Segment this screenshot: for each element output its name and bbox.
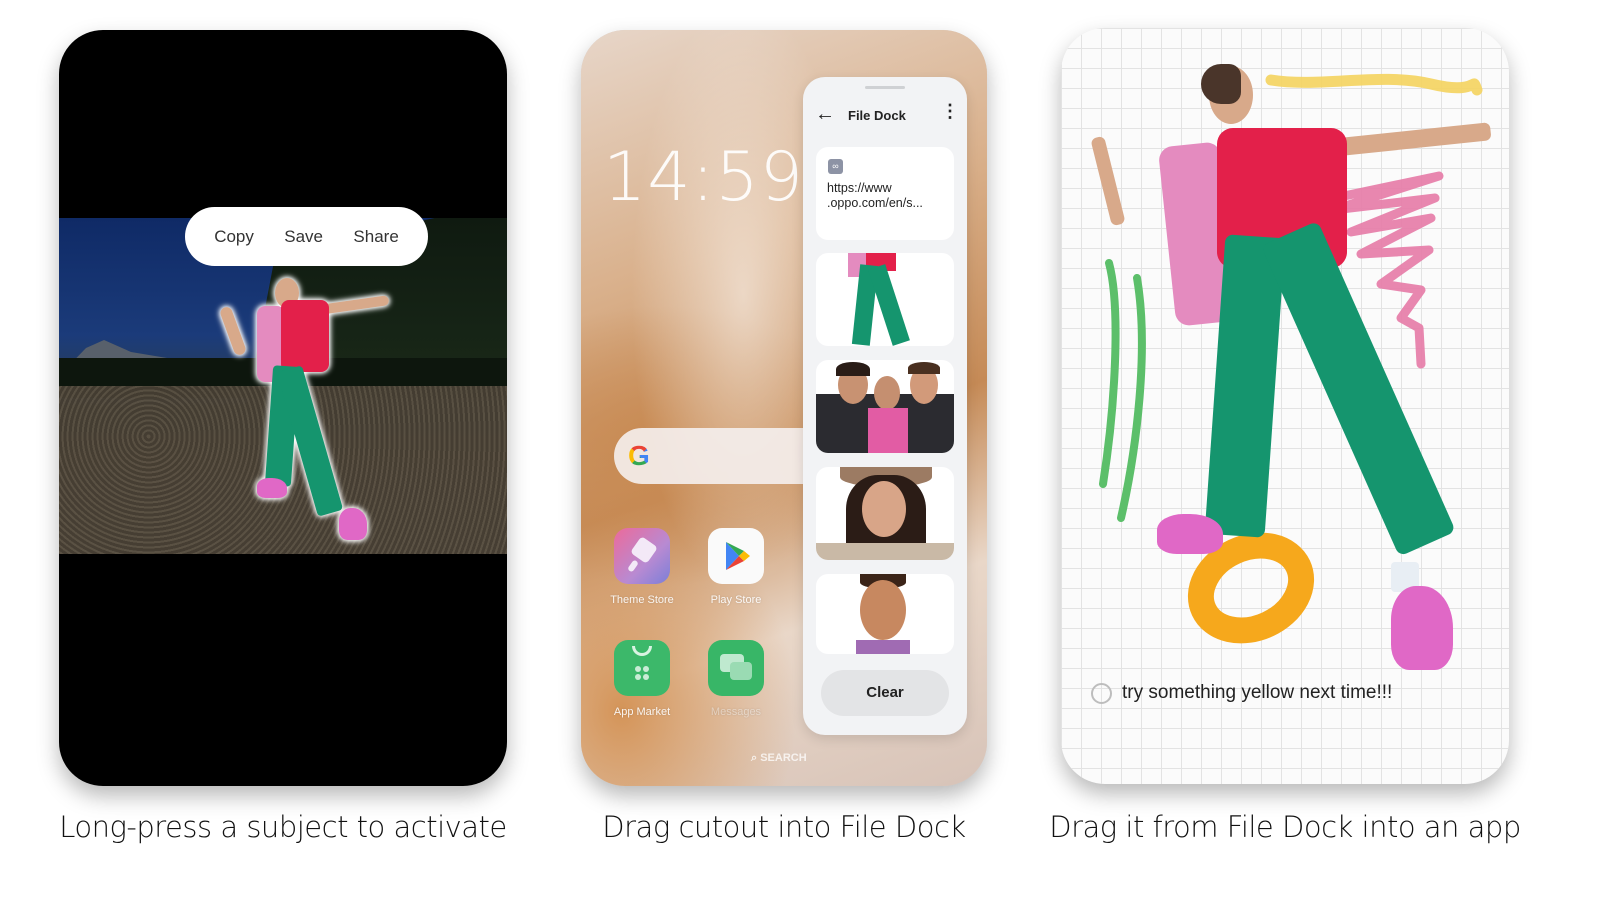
app-play-store[interactable]: Play Store (696, 528, 776, 606)
app-market-icon (614, 640, 670, 696)
drag-handle[interactable] (865, 86, 905, 89)
app-app-market[interactable]: App Market (602, 640, 682, 718)
link-icon: ∞ (828, 159, 843, 174)
link-text: https://www .oppo.com/en/s... (827, 181, 923, 211)
caption-into-app: Drag it from File Dock into an app (1049, 810, 1521, 844)
checklist-item-text[interactable]: try something yellow next time!!! (1122, 682, 1392, 704)
checkbox-unchecked[interactable] (1091, 682, 1112, 704)
caption-long-press: Long-press a subject to activate (59, 810, 507, 844)
link-line-2: .oppo.com/en/s... (827, 196, 923, 210)
context-menu: Copy Save Share (185, 207, 428, 266)
theme-store-icon (614, 528, 670, 584)
app-drawer-search[interactable]: ⌕ SEARCH (751, 752, 807, 765)
file-dock-title: File Dock (848, 108, 906, 123)
link-line-1: https://www (827, 181, 892, 195)
phone-panel-long-press: Copy Save Share (59, 30, 507, 786)
share-button[interactable]: Share (353, 227, 398, 247)
search-label: SEARCH (760, 752, 807, 764)
phone-panel-notes-app: try something yellow next time!!! (1061, 28, 1509, 784)
save-button[interactable]: Save (284, 227, 323, 247)
more-vertical-icon[interactable]: ⋮ (941, 102, 959, 120)
app-label: Theme Store (610, 594, 674, 606)
file-dock-image-item[interactable] (816, 253, 954, 346)
clear-button[interactable]: Clear (821, 670, 949, 716)
app-label: Messages (710, 706, 762, 718)
pasted-subject-cutout[interactable] (1090, 64, 1492, 670)
app-messages[interactable]: Messages (696, 640, 776, 718)
messages-icon (708, 640, 764, 696)
checklist-item: try something yellow next time!!! (1091, 682, 1392, 704)
file-dock-link-item[interactable]: ∞ https://www .oppo.com/en/s... (816, 147, 954, 240)
file-dock-image-item[interactable] (816, 360, 954, 453)
app-theme-store[interactable]: Theme Store (602, 528, 682, 606)
arrow-left-icon[interactable]: ← (815, 103, 835, 126)
landscape-photo (59, 218, 507, 554)
google-g-icon: G (628, 440, 650, 471)
app-label: Play Store (710, 594, 762, 606)
play-store-icon (708, 528, 764, 584)
file-dock-image-item[interactable] (816, 467, 954, 560)
clock: 14:59 (603, 138, 804, 217)
subject-cutout[interactable] (218, 278, 399, 540)
copy-button[interactable]: Copy (214, 227, 254, 247)
file-dock-image-item[interactable] (816, 574, 954, 654)
search-icon: ⌕ (751, 752, 761, 764)
file-dock-panel: ← File Dock ⋮ ∞ https://www .oppo.com/en… (803, 77, 967, 735)
caption-file-dock: Drag cutout into File Dock (602, 810, 966, 844)
app-label: App Market (613, 706, 671, 718)
phone-panel-file-dock: 14:59 G Theme Store Play Store App Marke… (581, 30, 987, 786)
